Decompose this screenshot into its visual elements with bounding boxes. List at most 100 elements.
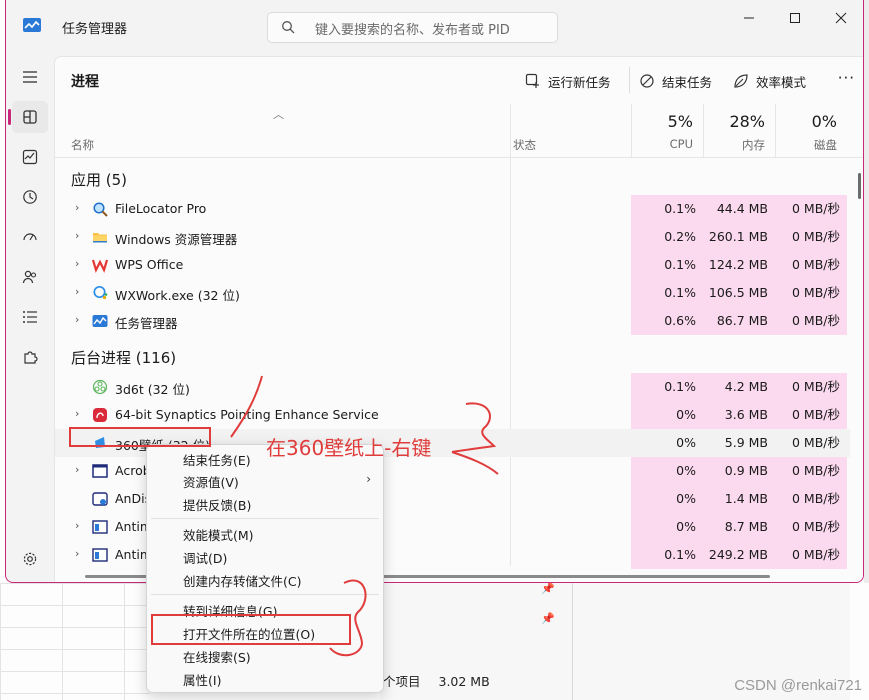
toolbar-divider	[629, 67, 630, 93]
menu-item-efficiency-mode[interactable]: 效能模式(M)	[183, 525, 254, 544]
disk-value: 0 MB/秒	[792, 201, 840, 216]
cpu-value: 0.1%	[664, 257, 696, 272]
annotation-text: 在360壁纸上-右键	[266, 436, 432, 460]
column-name[interactable]: 名称	[71, 137, 94, 153]
minimize-button[interactable]	[726, 6, 772, 30]
speedometer-icon	[23, 233, 37, 241]
cpu-value: 0%	[676, 407, 696, 422]
explorer-status-bar: 个项目 3.02 MB	[383, 671, 504, 690]
sidebar	[6, 56, 54, 582]
expand-chevron-icon[interactable]: ›	[75, 229, 79, 242]
expand-chevron-icon[interactable]: ›	[75, 313, 79, 326]
menu-item-feedback[interactable]: 提供反馈(B)	[183, 495, 251, 514]
status-size: 3.02 MB	[438, 674, 490, 689]
memory-value: 86.7 MB	[716, 313, 768, 328]
vertical-scrollbar[interactable]	[858, 173, 861, 199]
leaf-icon	[734, 74, 748, 88]
cpu-value: 0.6%	[664, 313, 696, 328]
menu-separator	[151, 594, 379, 595]
menu-item-properties[interactable]: 属性(I)	[183, 670, 221, 689]
sidebar-item-processes[interactable]	[12, 101, 48, 133]
memory-value: 5.9 MB	[724, 435, 768, 450]
history-icon	[23, 190, 37, 204]
expand-chevron-icon[interactable]: ›	[75, 257, 79, 270]
disk-total: 0%	[811, 112, 837, 131]
table-row[interactable]: › 任务管理器 0.6% 86.7 MB 0 MB/秒	[55, 307, 850, 335]
memory-total: 28%	[729, 112, 765, 131]
expand-chevron-icon[interactable]: ›	[75, 519, 79, 532]
column-cpu[interactable]: 5% CPU	[631, 104, 703, 158]
pin-icon: 📌	[541, 612, 555, 625]
expand-chevron-icon[interactable]: ›	[75, 463, 79, 476]
gear-icon	[23, 552, 37, 566]
pin-icon: 📌	[541, 582, 555, 595]
annotation-highlight-process	[69, 427, 211, 447]
disk-label: 磁盘	[814, 138, 837, 152]
group-apps[interactable]: 应用 (5)	[71, 169, 127, 190]
memory-value: 260.1 MB	[708, 229, 768, 244]
menu-item-search-online[interactable]: 在线搜索(S)	[183, 647, 251, 666]
memory-value: 0.9 MB	[724, 463, 768, 478]
sort-caret-icon: ︿	[273, 108, 284, 121]
spreadsheet-grid-background	[0, 583, 150, 700]
menu-item-resource-values[interactable]: 资源值(V)	[183, 472, 239, 491]
maximize-button[interactable]	[772, 6, 818, 30]
expand-chevron-icon[interactable]: ›	[75, 407, 79, 420]
column-memory[interactable]: 28% 内存	[703, 104, 775, 158]
sidebar-item-performance[interactable]	[12, 141, 48, 173]
end-task-button[interactable]: 结束任务	[639, 69, 712, 93]
efficiency-mode-label: 效率模式	[756, 74, 807, 90]
more-options-button[interactable]: ···	[838, 69, 855, 87]
table-row[interactable]: › Windows 资源管理器 0.2% 260.1 MB 0 MB/秒	[55, 223, 850, 251]
group-background-processes[interactable]: 后台进程 (116)	[71, 347, 176, 368]
cpu-value: 0.2%	[664, 229, 696, 244]
memory-value: 44.4 MB	[716, 201, 768, 216]
menu-item-end-task[interactable]: 结束任务(E)	[183, 450, 251, 469]
expand-chevron-icon[interactable]: ›	[75, 201, 79, 214]
title-bar[interactable]: 任务管理器 键入要搜索的名称、发布者或 PID	[6, 0, 863, 56]
disk-value: 0 MB/秒	[792, 257, 840, 272]
menu-item-debug[interactable]: 调试(D)	[183, 548, 227, 567]
menu-item-create-dump[interactable]: 创建内存转储文件(C)	[183, 571, 301, 590]
sidebar-item-startup[interactable]	[12, 221, 48, 253]
column-status[interactable]: 状态	[513, 137, 536, 153]
cpu-value: 0.1%	[664, 285, 696, 300]
cpu-value: 0%	[676, 435, 696, 450]
explorer-divider	[572, 583, 573, 700]
performance-icon	[22, 149, 38, 165]
table-row[interactable]: › FileLocator Pro 0.1% 44.4 MB 0 MB/秒	[55, 195, 850, 223]
table-row[interactable]: › WXWork.exe (32 位) 0.1% 106.5 MB 0 MB/秒	[55, 279, 850, 307]
watermark: CSDN @renkai721	[734, 677, 862, 694]
details-list-icon	[23, 311, 37, 323]
task-manager-window: 任务管理器 键入要搜索的名称、发布者或 PID 进程 运行新任务 结束任务 效率…	[5, 0, 864, 583]
service-icon	[92, 548, 108, 562]
users-icon	[22, 270, 37, 284]
expand-chevron-icon[interactable]: ›	[75, 285, 79, 298]
wxwork-icon	[93, 285, 108, 300]
table-row[interactable]: › WPS Office 0.1% 124.2 MB 0 MB/秒	[55, 251, 850, 279]
table-row[interactable]: 3d6t (32 位) 0.1% 4.2 MB 0 MB/秒	[55, 373, 850, 401]
sidebar-item-services[interactable]	[12, 341, 48, 373]
table-header: ︿ 名称 状态 5% CPU 28% 内存 0% 磁盘	[55, 104, 863, 158]
table-row[interactable]: › 64-bit Synaptics Pointing Enhance Serv…	[55, 401, 850, 429]
hamburger-menu-button[interactable]	[12, 61, 48, 93]
run-new-task-button[interactable]: 运行新任务	[525, 69, 611, 93]
search-input[interactable]: 键入要搜索的名称、发布者或 PID	[267, 12, 558, 43]
disk-value: 0 MB/秒	[792, 463, 840, 478]
column-disk[interactable]: 0% 磁盘	[775, 104, 847, 158]
close-icon	[835, 12, 847, 24]
sidebar-item-app-history[interactable]	[12, 181, 48, 213]
task-manager-icon	[92, 315, 108, 327]
sidebar-item-details[interactable]	[12, 301, 48, 333]
sidebar-item-settings[interactable]	[12, 543, 48, 575]
memory-value: 4.2 MB	[724, 379, 768, 394]
close-button[interactable]	[818, 6, 863, 30]
memory-value: 1.4 MB	[724, 491, 768, 506]
efficiency-mode-button[interactable]: 效率模式	[733, 69, 806, 93]
cpu-label: CPU	[669, 137, 693, 151]
status-item-count: 个项目	[383, 674, 421, 689]
disk-value: 0 MB/秒	[792, 229, 840, 244]
window-title: 任务管理器	[62, 22, 128, 37]
expand-chevron-icon[interactable]: ›	[75, 547, 79, 560]
sidebar-item-users[interactable]	[12, 261, 48, 293]
